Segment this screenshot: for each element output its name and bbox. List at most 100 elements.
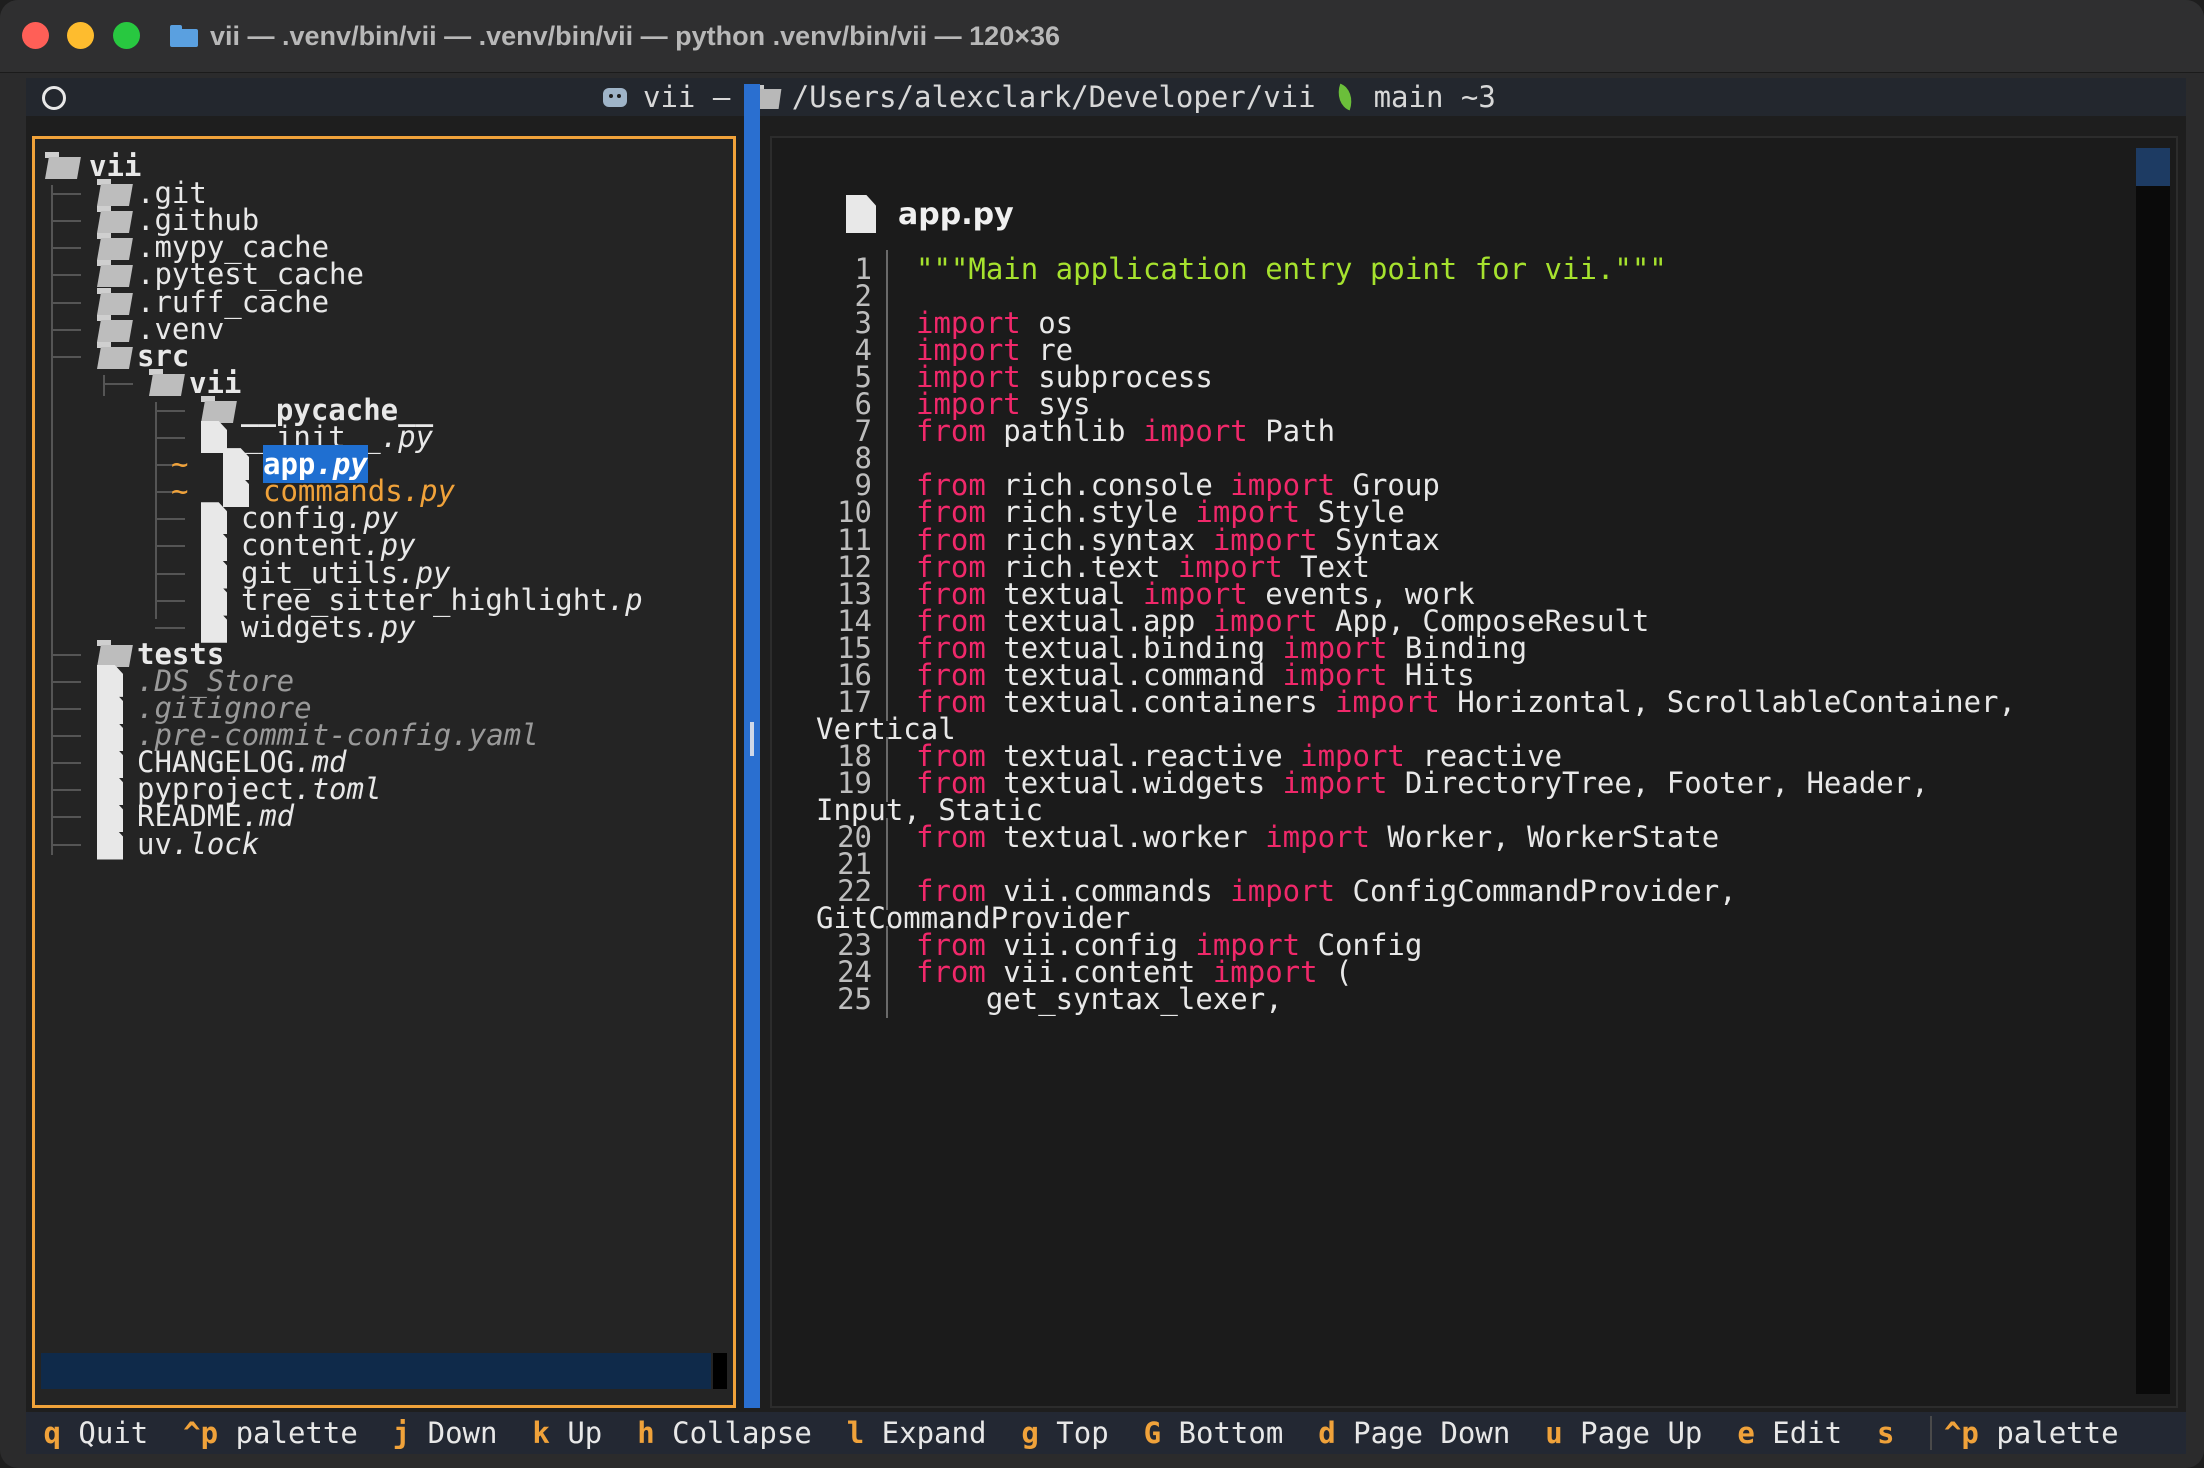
code-vertical-scrollbar[interactable] bbox=[2136, 148, 2170, 1394]
footer-binding-bottom[interactable]: G Bottom bbox=[1144, 1416, 1284, 1450]
line-number: 25 bbox=[837, 982, 872, 1017]
splitter-handle[interactable] bbox=[750, 722, 754, 756]
tree-guide-branch bbox=[51, 735, 81, 738]
footer-key: d bbox=[1318, 1416, 1336, 1450]
tree-guide-branch bbox=[51, 653, 81, 656]
zoom-window-button[interactable] bbox=[113, 22, 140, 49]
window-title-text: vii — .venv/bin/vii — .venv/bin/vii — py… bbox=[210, 20, 1061, 51]
footer-key: g bbox=[1021, 1416, 1039, 1450]
code-viewer[interactable]: app.py 1 """Main application entry point … bbox=[770, 136, 2178, 1408]
footer-label: Quit bbox=[78, 1416, 149, 1450]
tree-guide-branch bbox=[155, 599, 185, 602]
file-header: app.py bbox=[846, 192, 1014, 236]
tree-guide-line bbox=[51, 185, 53, 856]
footer-binding-page-down[interactable]: d Page Down bbox=[1318, 1416, 1510, 1450]
footer-key: G bbox=[1143, 1416, 1162, 1450]
close-window-button[interactable] bbox=[22, 22, 49, 49]
tree-guide-branch bbox=[51, 355, 81, 358]
file-icon bbox=[97, 827, 123, 860]
footer-binding-page-up[interactable]: u Page Up bbox=[1545, 1416, 1702, 1450]
file-extension: .toml bbox=[294, 772, 382, 807]
file-icon bbox=[846, 195, 876, 233]
terminal-content: vii – /Users/alexclark/Developer/vii mai… bbox=[26, 78, 2186, 1454]
code-token: textual.containers bbox=[985, 684, 1336, 719]
footer-key: ^p bbox=[1943, 1416, 1979, 1450]
footer-label: Page Up bbox=[1580, 1416, 1703, 1450]
footer-palette-button[interactable]: ^p palette bbox=[1944, 1416, 2119, 1450]
tree-guide-branch bbox=[155, 518, 185, 521]
key-bindings-footer: q Quit ^p palette j Down k Up h Collapse… bbox=[26, 1412, 2186, 1454]
tree-guide-branch bbox=[51, 193, 81, 196]
footer-key: s bbox=[1877, 1416, 1895, 1450]
tree-horizontal-scrollbar[interactable] bbox=[41, 1353, 711, 1389]
footer-binding-expand[interactable]: l Expand bbox=[847, 1416, 987, 1450]
code-token: Horizontal, ScrollableContainer, bbox=[1439, 684, 2016, 719]
file-name: app.py bbox=[898, 196, 1014, 232]
terminal-window: vii — .venv/bin/vii — .venv/bin/vii — py… bbox=[0, 0, 2204, 1468]
footer-key: ^p bbox=[183, 1416, 219, 1450]
folder-icon bbox=[201, 395, 235, 424]
footer-binding-quit[interactable]: q Quit bbox=[43, 1416, 148, 1450]
footer-label: Expand bbox=[881, 1416, 987, 1450]
file-extension: .py bbox=[380, 420, 434, 454]
tree-item-label: widgets.py bbox=[241, 608, 416, 646]
tree-guide-branch bbox=[51, 816, 81, 819]
tree-guide-branch bbox=[51, 762, 81, 765]
header-app-name: vii bbox=[643, 80, 696, 114]
footer-key: j bbox=[392, 1416, 411, 1450]
minimize-window-button[interactable] bbox=[67, 22, 94, 49]
folder-icon bbox=[170, 25, 198, 47]
tree-guide-branch bbox=[51, 680, 81, 683]
footer-key: q bbox=[43, 1416, 61, 1450]
code-line: 25 get_syntax_lexer, bbox=[772, 980, 2132, 1019]
tree-guide-branch bbox=[51, 274, 81, 277]
footer-key: k bbox=[532, 1416, 550, 1450]
robot-icon bbox=[601, 83, 629, 111]
tree-guide-branch bbox=[51, 789, 81, 792]
tree-guide-branch bbox=[155, 437, 185, 439]
tree-guide-branch bbox=[155, 545, 185, 548]
tree-guide-branch bbox=[51, 708, 81, 710]
footer-binding-top[interactable]: g Top bbox=[1021, 1416, 1108, 1450]
footer-key: l bbox=[846, 1416, 865, 1450]
modified-marker: ~ bbox=[171, 474, 189, 509]
tree-guide-branch bbox=[155, 409, 185, 412]
folder-icon bbox=[97, 233, 131, 261]
file-extension: .py bbox=[402, 474, 456, 509]
tree-guide-branch bbox=[155, 572, 185, 575]
footer-binding-up[interactable]: k Up bbox=[532, 1416, 602, 1450]
tree-guide-branch bbox=[155, 626, 185, 629]
footer-label: Top bbox=[1056, 1416, 1109, 1450]
folder-icon bbox=[97, 639, 131, 668]
footer-binding-s[interactable]: s bbox=[1877, 1416, 1912, 1450]
footer-binding-palette[interactable]: ^p palette bbox=[183, 1416, 358, 1450]
code-scrollbar-thumb[interactable] bbox=[2136, 148, 2170, 186]
header-separator: – bbox=[712, 80, 731, 114]
tree-scrollbar-corner bbox=[713, 1353, 727, 1389]
footer-label: Collapse bbox=[672, 1416, 812, 1450]
code-token: get_syntax_lexer, bbox=[916, 982, 1283, 1017]
footer-binding-edit[interactable]: e Edit bbox=[1737, 1416, 1842, 1450]
gutter-bar bbox=[886, 980, 888, 1019]
footer-label: palette bbox=[235, 1416, 358, 1450]
tree-item-label: uv.lock bbox=[137, 825, 259, 863]
file-extension: .lock bbox=[171, 826, 260, 861]
footer-separator bbox=[1929, 1416, 1932, 1450]
window-title: vii — .venv/bin/vii — .venv/bin/vii — py… bbox=[170, 16, 1060, 56]
footer-label: Page Down bbox=[1353, 1416, 1511, 1450]
header-title: vii – /Users/alexclark/Developer/vii mai… bbox=[601, 78, 1496, 116]
folder-icon bbox=[97, 341, 131, 370]
tree-guide-line bbox=[155, 401, 157, 619]
command-palette-circle-icon[interactable] bbox=[42, 86, 66, 110]
footer-binding-collapse[interactable]: h Collapse bbox=[637, 1416, 812, 1450]
footer-label: Bottom bbox=[1178, 1416, 1284, 1450]
app-header: vii – /Users/alexclark/Developer/vii mai… bbox=[26, 78, 2186, 116]
code-text: from textual.containers import Horizonta… bbox=[916, 683, 2016, 721]
file-extension: .py bbox=[363, 609, 416, 644]
tree-guide-line bbox=[103, 374, 105, 397]
directory-tree[interactable]: vii .git .github .mypy_cache .pytest_cache .r… bbox=[32, 136, 736, 1408]
footer-binding-down[interactable]: j Down bbox=[393, 1416, 498, 1450]
tree-root-label: vii bbox=[89, 149, 142, 183]
tree-guide-branch bbox=[51, 301, 81, 304]
folder-icon bbox=[97, 179, 131, 207]
